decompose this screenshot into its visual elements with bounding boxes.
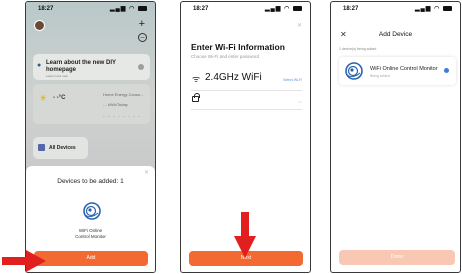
sheet-title: Devices to be added: 1 <box>57 178 124 185</box>
close-icon[interactable]: ✕ <box>297 22 302 29</box>
learn-subtitle: Learn more now <box>46 74 68 78</box>
page-subtitle: Choose Wi-Fi and enter password <box>191 54 260 59</box>
device-card[interactable]: WiFi Online Control Monitor Being added <box>339 57 456 85</box>
show-password-icon[interactable]: ◡ <box>298 98 302 104</box>
devices-icon <box>38 144 45 151</box>
close-icon[interactable]: ✕ <box>144 169 149 176</box>
energy-dashes: - - - - - - - - <box>103 114 142 120</box>
avatar[interactable] <box>34 20 45 31</box>
screen-add-device-progress: 18:27 ▂▄▆ ◠ ✕ Add Device 1 device(s) bei… <box>330 1 461 273</box>
status-bar: 18:27 ▂▄▆ ◠ <box>331 2 460 16</box>
battery-icon <box>293 5 302 11</box>
device-logo-icon <box>83 202 101 220</box>
divider <box>191 109 302 110</box>
status-icons: ▂▄▆ ◠ <box>110 5 147 12</box>
battery-icon <box>443 5 452 11</box>
adding-status: 1 device(s) being added <box>339 47 377 51</box>
all-devices-label: All Devices <box>49 145 76 151</box>
energy-name: Home Energy Consu... <box>103 92 144 97</box>
status-time: 18:27 <box>193 6 209 12</box>
lock-icon <box>192 93 200 102</box>
loading-spinner-icon <box>444 68 449 73</box>
tutorial-stage: 18:27 ▂▄▆ ◠ + – ● Learn about the new DI… <box>0 0 462 274</box>
screen-home-add-device: 18:27 ▂▄▆ ◠ + – ● Learn about the new DI… <box>25 1 156 273</box>
learn-title: Learn about the new DIY homepage <box>46 60 116 73</box>
status-bar: 18:27 ▂▄▆ ◠ <box>26 2 155 16</box>
page-title: Enter Wi-Fi Information <box>191 42 285 52</box>
location-pin-icon: ● <box>37 62 42 69</box>
status-time: 18:27 <box>38 6 54 12</box>
status-icons: ▂▄▆ ◠ <box>265 5 302 12</box>
learn-card[interactable]: ● Learn about the new DIY homepage Learn… <box>33 54 150 80</box>
device-logo-icon <box>345 62 363 80</box>
device-name: WiFi Online Control Monitor <box>370 66 438 72</box>
sun-icon: ☀ <box>39 93 48 103</box>
status-bar: 18:27 ▂▄▆ ◠ <box>181 2 310 16</box>
pointer-arrow-right-icon <box>2 250 46 272</box>
device-status: Being added <box>370 74 390 78</box>
energy-value: - - kWh/Today <box>103 102 128 107</box>
dismiss-icon[interactable] <box>138 64 144 70</box>
menu-icon[interactable]: – <box>138 33 147 42</box>
divider <box>191 90 302 91</box>
device-name: WiFi Online Control Monitor <box>26 228 155 240</box>
page-title: Add Device <box>378 31 413 38</box>
wifi-icon: ᯤ <box>192 74 201 84</box>
add-plus-icon[interactable]: + <box>139 18 145 30</box>
status-icons: ▂▄▆ ◠ <box>415 5 452 12</box>
status-time: 18:27 <box>343 6 359 12</box>
select-wifi-link[interactable]: Select Wi-Fi <box>283 78 302 82</box>
battery-icon <box>138 5 147 11</box>
pointer-arrow-down-icon <box>234 212 256 258</box>
temperature: - -°C <box>53 95 66 101</box>
done-button: Done <box>339 250 455 265</box>
device-name-line2: Control Monitor <box>75 234 106 239</box>
add-button[interactable]: Add <box>34 251 148 266</box>
all-devices-tab[interactable]: All Devices <box>33 137 88 159</box>
weather-energy-card[interactable]: ☀ - -°C Home Energy Consu... - - kWh/Tod… <box>33 84 150 124</box>
ssid-field[interactable]: 2.4GHz WiFi <box>205 72 262 83</box>
